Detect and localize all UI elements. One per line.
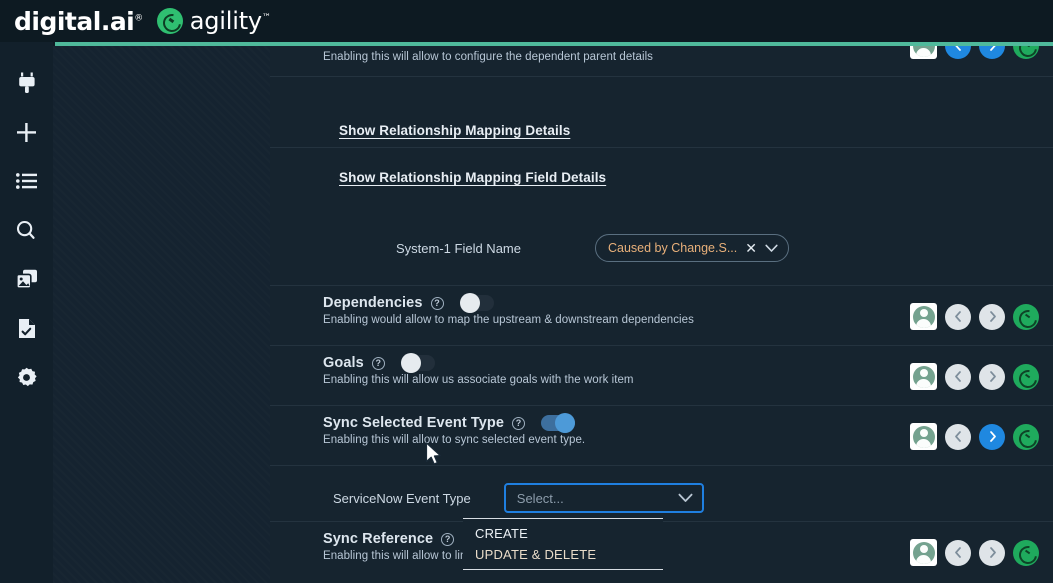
- sync-selected-event-type-title: Sync Selected Event Type: [323, 415, 505, 431]
- chevron-right-glyph: [989, 547, 996, 558]
- chevron-left-glyph: [954, 46, 961, 51]
- chevron-left-sync-icon[interactable]: [945, 46, 971, 59]
- user-avatar[interactable]: [910, 46, 937, 59]
- sidebar-item-add[interactable]: [10, 119, 44, 145]
- user-avatar[interactable]: [910, 423, 937, 450]
- show-relationship-mapping-field-details-link[interactable]: Show Relationship Mapping Field Details: [339, 170, 606, 185]
- row-relationship-mapping-details: Show Relationship Mapping Details: [270, 76, 1053, 147]
- dropdown-option-update-delete[interactable]: UPDATE & DELETE: [463, 544, 663, 565]
- sidebar-item-plug[interactable]: [10, 70, 44, 96]
- sync-icon-cluster: [910, 46, 1039, 59]
- system1-field-select[interactable]: Caused by Change.S... ✕: [594, 234, 789, 262]
- dependencies-title: Dependencies: [323, 295, 423, 311]
- chevron-right-sync-icon[interactable]: [979, 46, 1005, 59]
- copy-icon: [15, 269, 37, 289]
- sidebar-item-reports[interactable]: [10, 315, 44, 341]
- left-nav-rail: [0, 42, 53, 583]
- agility-logo-icon[interactable]: [1013, 46, 1039, 59]
- chevron-right-sync-icon[interactable]: [979, 539, 1005, 566]
- sync-selected-event-type-toggle[interactable]: [541, 413, 576, 433]
- servicenow-event-type-dropdown-menu: CREATE UPDATE & DELETE: [463, 518, 663, 570]
- agility-logo-tm: ™: [261, 13, 271, 23]
- chevron-right-sync-icon[interactable]: [979, 363, 1005, 390]
- sync-icon-cluster: [910, 539, 1039, 566]
- chevron-left-sync-icon[interactable]: [945, 539, 971, 566]
- help-icon[interactable]: ?: [512, 416, 526, 430]
- system1-field-label: System-1 Field Name: [396, 240, 521, 256]
- servicenow-event-type-placeholder: Select...: [516, 490, 564, 506]
- show-relationship-mapping-details-link[interactable]: Show Relationship Mapping Details: [339, 123, 570, 138]
- row-goals: Goals ? Enabling this will allow us asso…: [270, 345, 1053, 405]
- agility-logo-icon[interactable]: [1013, 423, 1039, 450]
- list-icon: [16, 173, 37, 189]
- clear-icon[interactable]: ✕: [745, 241, 757, 255]
- system1-field-value: Caused by Change.S...: [607, 241, 738, 255]
- chevron-right-glyph: [989, 431, 996, 442]
- row-relationship-mapping-field-details: Show Relationship Mapping Field Details …: [270, 147, 1053, 285]
- goals-toggle[interactable]: [400, 353, 435, 373]
- top-brand-bar: digital.ai® agility™: [0, 0, 1053, 42]
- agility-logo: agility™: [156, 7, 271, 35]
- app-root: digital.ai® agility™ Enabling this will …: [0, 0, 1053, 583]
- plus-icon: [17, 122, 36, 142]
- digitalai-logo: digital.ai®: [14, 9, 143, 34]
- chevron-left-glyph: [954, 431, 961, 442]
- row-dependent-parent: Enabling this will allow to configure th…: [270, 46, 1053, 76]
- dependencies-toggle[interactable]: [459, 293, 494, 313]
- chevron-left-glyph: [954, 371, 961, 382]
- sidebar-item-templates[interactable]: [10, 266, 44, 292]
- sidebar-item-settings[interactable]: [10, 364, 44, 390]
- chevron-right-sync-icon[interactable]: [979, 423, 1005, 450]
- chevron-right-glyph: [989, 371, 996, 382]
- chevron-left-glyph: [954, 311, 961, 322]
- sync-icon-cluster: [910, 303, 1039, 330]
- sync-reference-title: Sync Reference: [323, 531, 434, 547]
- help-icon[interactable]: ?: [441, 532, 455, 546]
- agility-logo-icon[interactable]: [1013, 363, 1039, 390]
- agility-logo-icon[interactable]: [1013, 303, 1039, 330]
- chevron-right-sync-icon[interactable]: [979, 303, 1005, 330]
- help-icon[interactable]: ?: [430, 296, 444, 310]
- sidebar-item-list[interactable]: [10, 168, 44, 194]
- row-servicenow-event-type: ServiceNow Event Type Select...: [270, 465, 1053, 521]
- chevron-left-sync-icon[interactable]: [945, 423, 971, 450]
- settings-panel: Enabling this will allow to configure th…: [270, 46, 1053, 583]
- sidebar-item-search[interactable]: [10, 217, 44, 243]
- chevron-left-sync-icon[interactable]: [945, 303, 971, 330]
- chevron-left-glyph: [954, 547, 961, 558]
- user-avatar[interactable]: [910, 303, 937, 330]
- chevron-down-icon[interactable]: [765, 244, 778, 253]
- servicenow-event-type-label: ServiceNow Event Type: [333, 490, 471, 506]
- chevron-right-glyph: [989, 311, 996, 322]
- agility-logo-icon[interactable]: [1013, 539, 1039, 566]
- digitalai-logo-tm: ®: [134, 13, 143, 24]
- sync-icon-cluster: [910, 423, 1039, 450]
- search-icon: [16, 220, 35, 239]
- user-avatar[interactable]: [910, 363, 937, 390]
- dropdown-option-create[interactable]: CREATE: [463, 523, 663, 544]
- plug-icon: [18, 72, 35, 93]
- digitalai-logo-text: digital.ai: [14, 6, 135, 36]
- chevron-left-sync-icon[interactable]: [945, 363, 971, 390]
- goals-title: Goals: [323, 355, 364, 371]
- row-sync-selected-event-type: Sync Selected Event Type ? Enabling this…: [270, 405, 1053, 465]
- sync-icon-cluster: [910, 363, 1039, 390]
- servicenow-event-type-select[interactable]: Select...: [503, 483, 704, 513]
- document-check-icon: [18, 318, 35, 338]
- system1-field-row: System-1 Field Name Caused by Change.S..…: [396, 234, 789, 262]
- canvas-area: Enabling this will allow to configure th…: [53, 46, 1053, 583]
- agility-mark-icon: [156, 8, 183, 34]
- help-icon[interactable]: ?: [371, 356, 385, 370]
- user-avatar[interactable]: [910, 539, 937, 566]
- chevron-down-icon[interactable]: [678, 493, 693, 503]
- row-dependencies: Dependencies ? Enabling would allow to m…: [270, 285, 1053, 345]
- agility-logo-text: agility: [189, 7, 262, 35]
- gear-icon: [17, 367, 37, 386]
- chevron-right-glyph: [989, 46, 996, 51]
